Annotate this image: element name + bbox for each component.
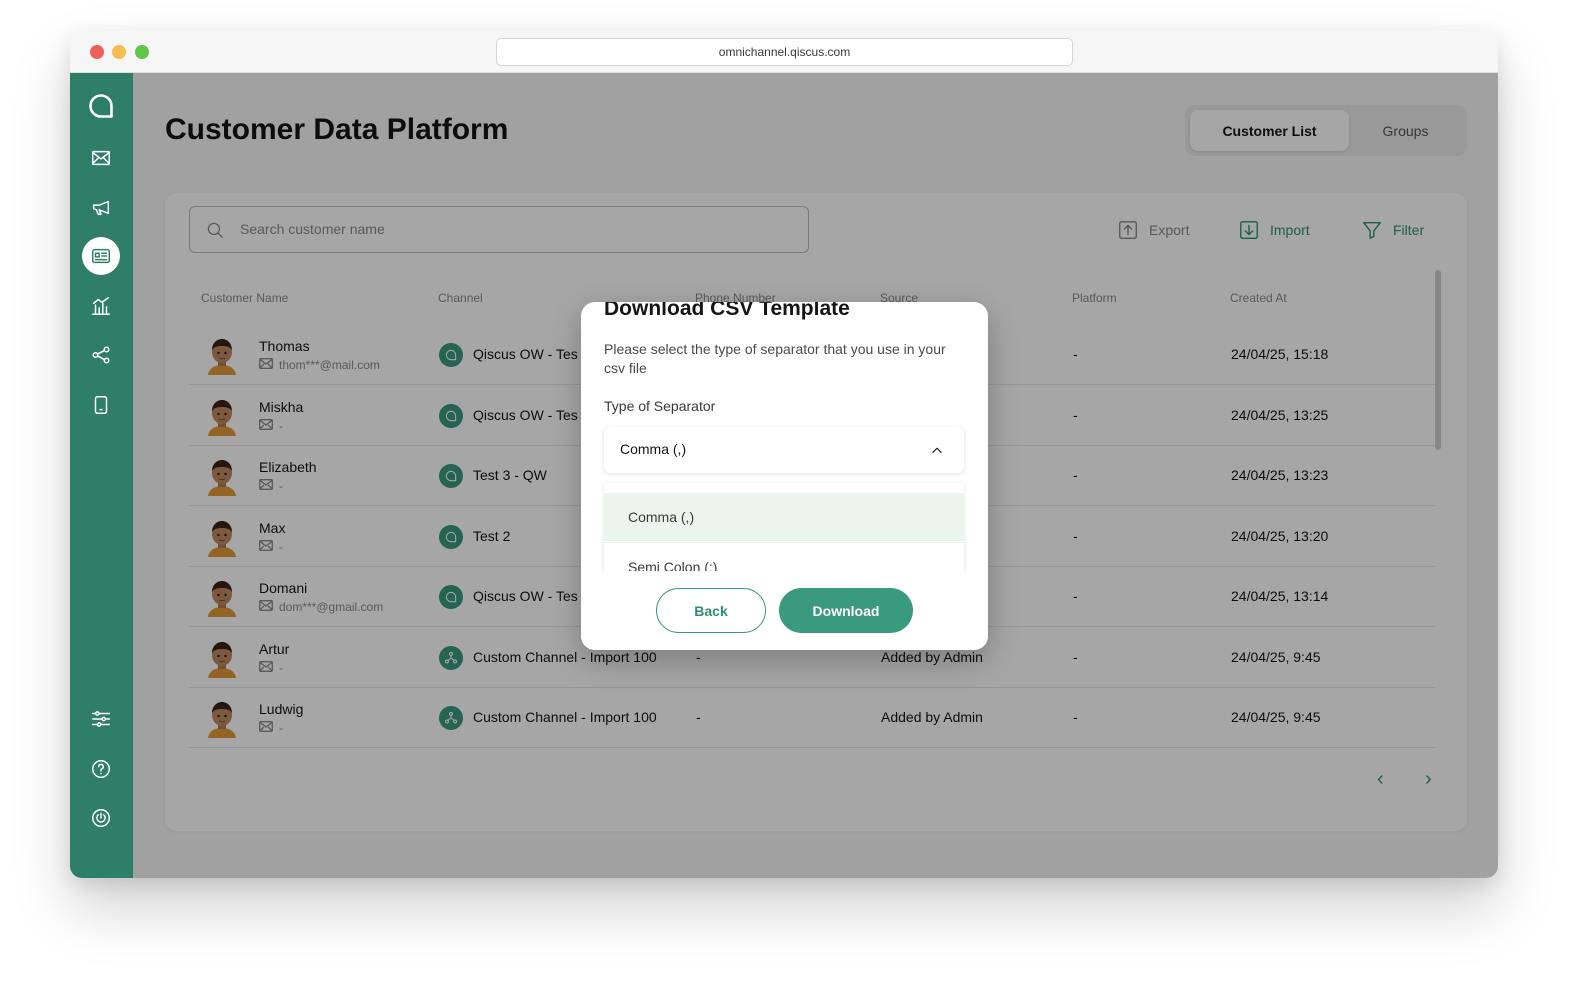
modal-title: Download CSV Template	[604, 302, 850, 320]
separator-options-list: Comma (,) Semi Colon (;)	[604, 483, 964, 571]
modal-footer: Back Download	[581, 571, 988, 650]
back-button[interactable]: Back	[656, 588, 766, 633]
separator-selected-value: Comma (,)	[620, 441, 687, 457]
sidebar	[70, 73, 133, 878]
browser-window: omnichannel.qiscus.com Customer Data Pla…	[70, 31, 1498, 878]
option-semicolon[interactable]: Semi Colon (;)	[604, 542, 964, 571]
megaphone-icon[interactable]	[82, 188, 120, 226]
analytics-icon[interactable]	[82, 287, 120, 325]
qiscus-logo-icon[interactable]	[82, 87, 120, 125]
mobile-icon[interactable]	[82, 386, 120, 424]
chevron-up-icon	[932, 447, 942, 453]
browser-titlebar: omnichannel.qiscus.com	[70, 31, 1498, 73]
separator-select[interactable]: Comma (,)	[604, 427, 964, 473]
separator-label: Type of Separator	[604, 398, 716, 414]
power-icon[interactable]	[82, 799, 120, 837]
url-bar[interactable]: omnichannel.qiscus.com	[496, 38, 1073, 66]
maximize-window-button[interactable]	[135, 45, 149, 59]
help-icon[interactable]	[82, 750, 120, 788]
download-csv-modal: Download CSV Template Please select the …	[581, 302, 988, 650]
option-comma[interactable]: Comma (,)	[604, 493, 964, 541]
close-window-button[interactable]	[90, 45, 104, 59]
settings-sliders-icon[interactable]	[82, 700, 120, 738]
contact-card-icon[interactable]	[82, 237, 120, 275]
download-button[interactable]: Download	[779, 588, 913, 633]
modal-description: Please select the type of separator that…	[604, 341, 946, 376]
share-nodes-icon[interactable]	[82, 336, 120, 374]
mail-icon[interactable]	[82, 139, 120, 177]
minimize-window-button[interactable]	[112, 45, 126, 59]
